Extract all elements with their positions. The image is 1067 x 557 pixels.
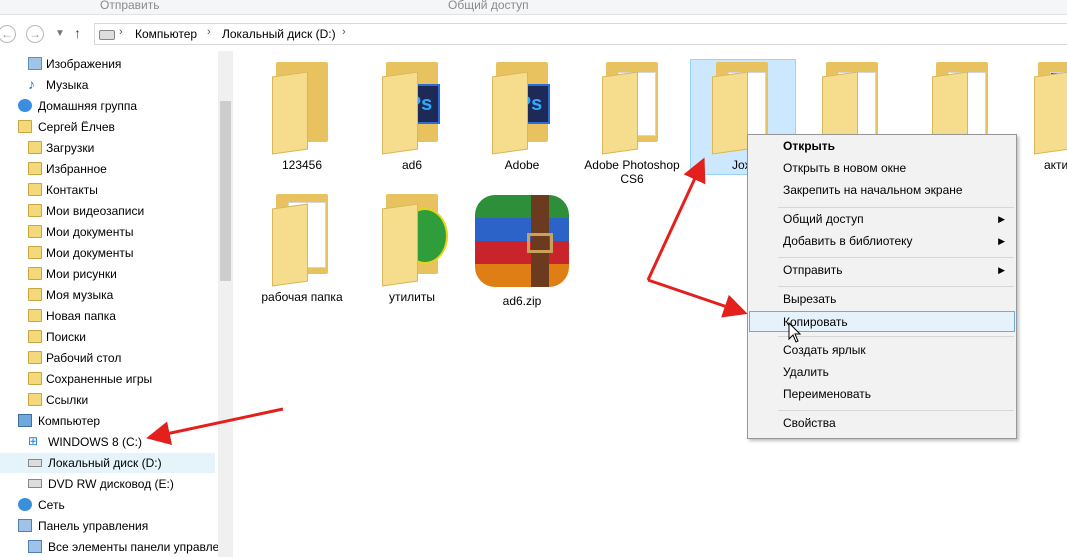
file-label: акти — [1044, 158, 1067, 172]
control-panel-icon — [28, 540, 42, 553]
folder-icon — [28, 246, 42, 259]
file-label: утилиты — [388, 290, 436, 304]
menu-separator — [778, 257, 1014, 258]
breadcrumb-drive-d[interactable]: Локальный диск (D:) — [222, 27, 336, 41]
photoshop-folder-icon: Ps — [380, 62, 444, 155]
file-item-folder[interactable]: утилиты — [362, 194, 462, 304]
file-item-folder[interactable]: Adobe Photoshop CS6 — [582, 62, 682, 186]
arrow-to-copy — [647, 278, 748, 318]
file-label: 123456 — [281, 158, 323, 172]
folder-icon — [1032, 62, 1067, 155]
forward-button[interactable]: → — [26, 25, 44, 43]
folder-icon — [270, 194, 334, 287]
file-item-zip[interactable]: ad6.zip — [472, 194, 572, 308]
file-item-folder[interactable]: Ps Adobe — [472, 62, 572, 172]
file-label: рабочая папка — [261, 290, 343, 304]
recent-locations-icon[interactable]: ▼ — [55, 28, 65, 39]
folder-icon — [28, 162, 42, 175]
menu-item-cut[interactable]: Вырезать — [749, 289, 1015, 310]
up-button[interactable]: ↑ — [74, 25, 81, 41]
mouse-cursor-icon — [788, 322, 802, 343]
menu-separator — [778, 336, 1014, 337]
file-label: ad6 — [401, 158, 423, 172]
ribbon-send[interactable]: Отправить — [100, 0, 160, 12]
sidebar-scrollbar[interactable] — [218, 51, 233, 557]
drive-icon — [99, 30, 115, 40]
breadcrumb-computer[interactable]: Компьютер — [135, 27, 197, 41]
menu-item-share[interactable]: Общий доступ ▶ — [749, 209, 1015, 230]
context-menu: Открыть Открыть в новом окне Закрепить н… — [747, 134, 1017, 439]
folder-icon — [28, 225, 42, 238]
user-folder-icon — [18, 120, 32, 133]
folder-icon — [28, 330, 42, 343]
dvd-drive-icon — [28, 479, 42, 488]
file-label: ad6.zip — [502, 294, 542, 308]
menu-item-pin-start[interactable]: Закрепить на начальном экране — [749, 180, 1015, 201]
ribbon-tabs: Отправить Общий доступ — [0, 0, 1067, 15]
address-bar[interactable]: › Компьютер › Локальный диск (D:) › — [94, 23, 1067, 45]
file-label: Adobe Photoshop CS6 — [584, 158, 680, 186]
back-button[interactable]: ← — [0, 25, 16, 43]
folder-icon — [28, 393, 42, 406]
folder-icon — [28, 351, 42, 364]
folder-icon — [28, 204, 42, 217]
menu-item-send-to[interactable]: Отправить ▶ — [749, 260, 1015, 281]
control-panel-icon — [18, 519, 32, 532]
menu-separator — [778, 286, 1014, 287]
chevron-right-icon[interactable]: › — [207, 26, 211, 38]
submenu-arrow-icon: ▶ — [998, 265, 1005, 275]
folder-icon — [600, 62, 664, 155]
sidebar-item-drive-d[interactable]: Локальный диск (D:) — [0, 453, 215, 473]
folder-icon — [28, 288, 42, 301]
folder-icon — [28, 141, 42, 154]
winrar-archive-icon — [474, 194, 570, 287]
folder-icon — [28, 309, 42, 322]
file-item-folder[interactable]: акти — [1022, 62, 1067, 172]
file-item-folder[interactable]: рабочая папка — [252, 194, 352, 304]
file-item-folder[interactable]: 123456 — [252, 62, 352, 172]
homegroup-icon — [18, 99, 32, 112]
submenu-arrow-icon: ▶ — [998, 214, 1005, 224]
folder-icon — [270, 62, 334, 155]
navigation-pane: Изображения ♪ Музыка Домашняя группа Сер… — [0, 51, 218, 557]
music-icon: ♪ — [28, 76, 35, 92]
drive-icon — [28, 459, 42, 467]
windows-drive-icon: ⊞ — [28, 434, 39, 448]
menu-separator — [778, 207, 1014, 208]
chevron-right-icon[interactable]: › — [119, 26, 123, 38]
menu-separator — [778, 410, 1014, 411]
scrollbar-thumb[interactable] — [220, 101, 231, 281]
chevron-right-icon[interactable]: › — [342, 26, 346, 38]
menu-item-properties[interactable]: Свойства — [749, 413, 1015, 434]
folder-icon — [28, 267, 42, 280]
menu-item-rename[interactable]: Переименовать — [749, 384, 1015, 405]
computer-icon — [18, 414, 32, 427]
file-label: Adobe — [504, 158, 540, 172]
folder-icon — [380, 194, 448, 287]
menu-item-open[interactable]: Открыть — [749, 136, 1015, 157]
file-item-folder[interactable]: Ps ad6 — [362, 62, 462, 172]
menu-item-open-new-window[interactable]: Открыть в новом окне — [749, 158, 1015, 179]
folder-icon — [28, 183, 42, 196]
pictures-icon — [28, 57, 42, 70]
network-icon — [18, 498, 32, 511]
folder-icon — [28, 372, 42, 385]
navigation-bar: ← → ▼ ↑ › Компьютер › Локальный диск (D:… — [0, 15, 1067, 51]
ribbon-share[interactable]: Общий доступ — [448, 0, 529, 12]
menu-item-add-library[interactable]: Добавить в библиотеку ▶ — [749, 231, 1015, 252]
photoshop-folder-icon: Ps — [490, 62, 554, 155]
menu-item-delete[interactable]: Удалить — [749, 362, 1015, 383]
submenu-arrow-icon: ▶ — [998, 236, 1005, 246]
